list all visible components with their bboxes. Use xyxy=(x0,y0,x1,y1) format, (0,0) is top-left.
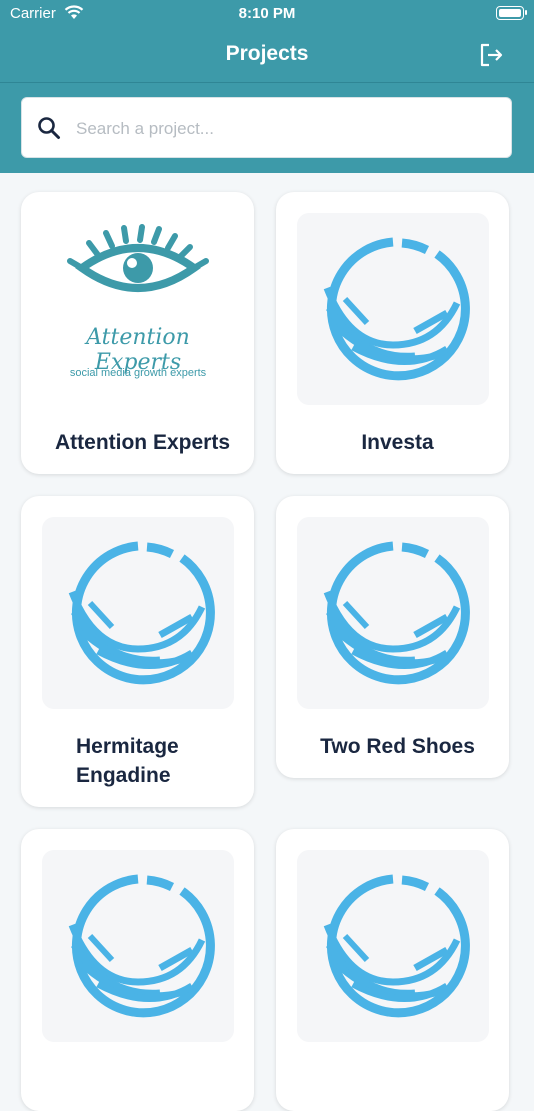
project-card[interactable] xyxy=(21,829,254,1111)
project-logo xyxy=(297,517,489,709)
search-input[interactable] xyxy=(74,112,498,146)
project-card-investa[interactable]: Investa xyxy=(276,192,509,474)
battery-icon xyxy=(496,6,527,20)
logo-tagline: social media growth experts xyxy=(69,367,207,379)
project-logo xyxy=(297,850,489,1042)
nest-logo-icon xyxy=(42,850,234,1042)
logout-icon[interactable] xyxy=(478,42,504,68)
nest-logo-icon xyxy=(297,213,489,405)
nest-logo-icon xyxy=(42,517,234,709)
search-bar[interactable] xyxy=(21,97,512,158)
project-card-attention-experts[interactable]: Attention Experts social media growth ex… xyxy=(21,192,254,474)
project-logo: Attention Experts social media growth ex… xyxy=(42,213,234,405)
nest-logo-icon xyxy=(297,850,489,1042)
search-icon xyxy=(38,117,60,139)
project-logo xyxy=(297,213,489,405)
project-card-two-red-shoes[interactable]: Two Red Shoes xyxy=(276,496,509,778)
nav-divider xyxy=(0,82,534,83)
project-card-hermitage-engadine[interactable]: Hermitage Engadine xyxy=(21,496,254,807)
status-bar: Carrier 8:10 PM xyxy=(0,0,534,30)
project-name: Hermitage Engadine xyxy=(76,735,179,787)
clock: 8:10 PM xyxy=(238,5,296,22)
top-bar: Carrier 8:10 PM Projects xyxy=(0,0,534,173)
project-name: Investa xyxy=(361,431,434,454)
project-logo xyxy=(42,850,234,1042)
project-name: Attention Experts xyxy=(54,431,230,454)
project-name: Two Red Shoes xyxy=(320,735,475,758)
page-title: Projects xyxy=(225,42,309,65)
project-logo xyxy=(42,517,234,709)
nest-logo-icon xyxy=(297,517,489,709)
project-card[interactable] xyxy=(276,829,509,1111)
